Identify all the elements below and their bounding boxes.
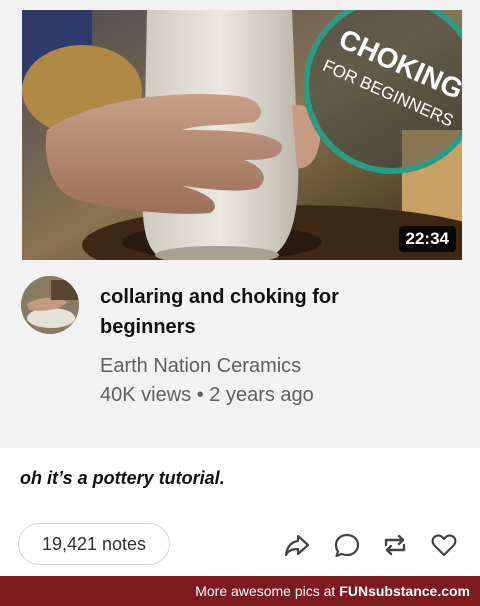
reply-icon[interactable] xyxy=(333,531,361,559)
video-title[interactable]: collaring and choking for beginners xyxy=(100,282,400,342)
video-card[interactable]: CHOKING FOR BEGINNERS 22:34 collaring an… xyxy=(0,0,480,448)
thumbnail-image: CHOKING FOR BEGINNERS xyxy=(22,10,462,260)
video-duration: 22:34 xyxy=(398,226,456,252)
footer-brand: FUNsubstance.com xyxy=(339,583,470,599)
watermark-footer: More awesome pics at FUNsubstance.com xyxy=(0,576,480,606)
reblog-icon[interactable] xyxy=(381,531,409,559)
video-meta: 40K views • 2 years ago xyxy=(100,384,314,406)
notes-count-button[interactable]: 19,421 notes xyxy=(18,523,170,565)
channel-avatar[interactable] xyxy=(21,276,79,334)
like-icon[interactable] xyxy=(430,531,458,559)
video-thumbnail[interactable]: CHOKING FOR BEGINNERS 22:34 xyxy=(22,10,462,260)
channel-name[interactable]: Earth Nation Ceramics xyxy=(100,355,301,378)
avatar-image xyxy=(21,276,79,334)
share-icon[interactable] xyxy=(283,531,311,559)
post-caption: oh it’s a pottery tutorial. xyxy=(20,468,225,488)
footer-text: More awesome pics at xyxy=(195,583,336,599)
